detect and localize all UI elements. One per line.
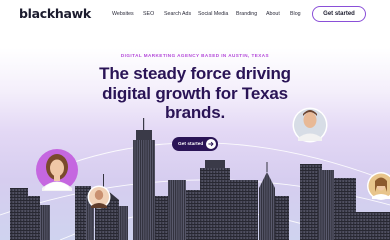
- hero-cta-label: Get started: [178, 141, 204, 147]
- site-header: blackhawk Websites SEO Search Ads Social…: [0, 0, 390, 28]
- nav-item-about[interactable]: About: [266, 11, 280, 17]
- headline-line-2: digital growth for Texas: [102, 83, 288, 103]
- nav-item-websites[interactable]: Websites: [112, 11, 134, 17]
- header-get-started-button[interactable]: Get started: [312, 6, 366, 22]
- arrow-right-icon: [206, 139, 216, 149]
- headline-line-3: brands.: [164, 103, 225, 122]
- headline-line-1: The steady force driving: [99, 64, 291, 83]
- nav-item-social-media[interactable]: Social Media: [198, 11, 228, 17]
- nav-item-branding[interactable]: Branding: [236, 11, 257, 17]
- hero-get-started-button[interactable]: Get started: [172, 137, 218, 151]
- hero-headline: The steady force driving digital growth …: [60, 64, 330, 123]
- nav-item-search-ads[interactable]: Search Ads: [164, 11, 191, 17]
- nav-item-seo[interactable]: SEO: [143, 11, 154, 17]
- hero-eyebrow: DIGITAL MARKETING AGENCY BASED IN AUSTIN…: [120, 53, 270, 58]
- nav-item-blog[interactable]: Blog: [290, 11, 301, 17]
- brand-logo[interactable]: blackhawk: [19, 6, 91, 21]
